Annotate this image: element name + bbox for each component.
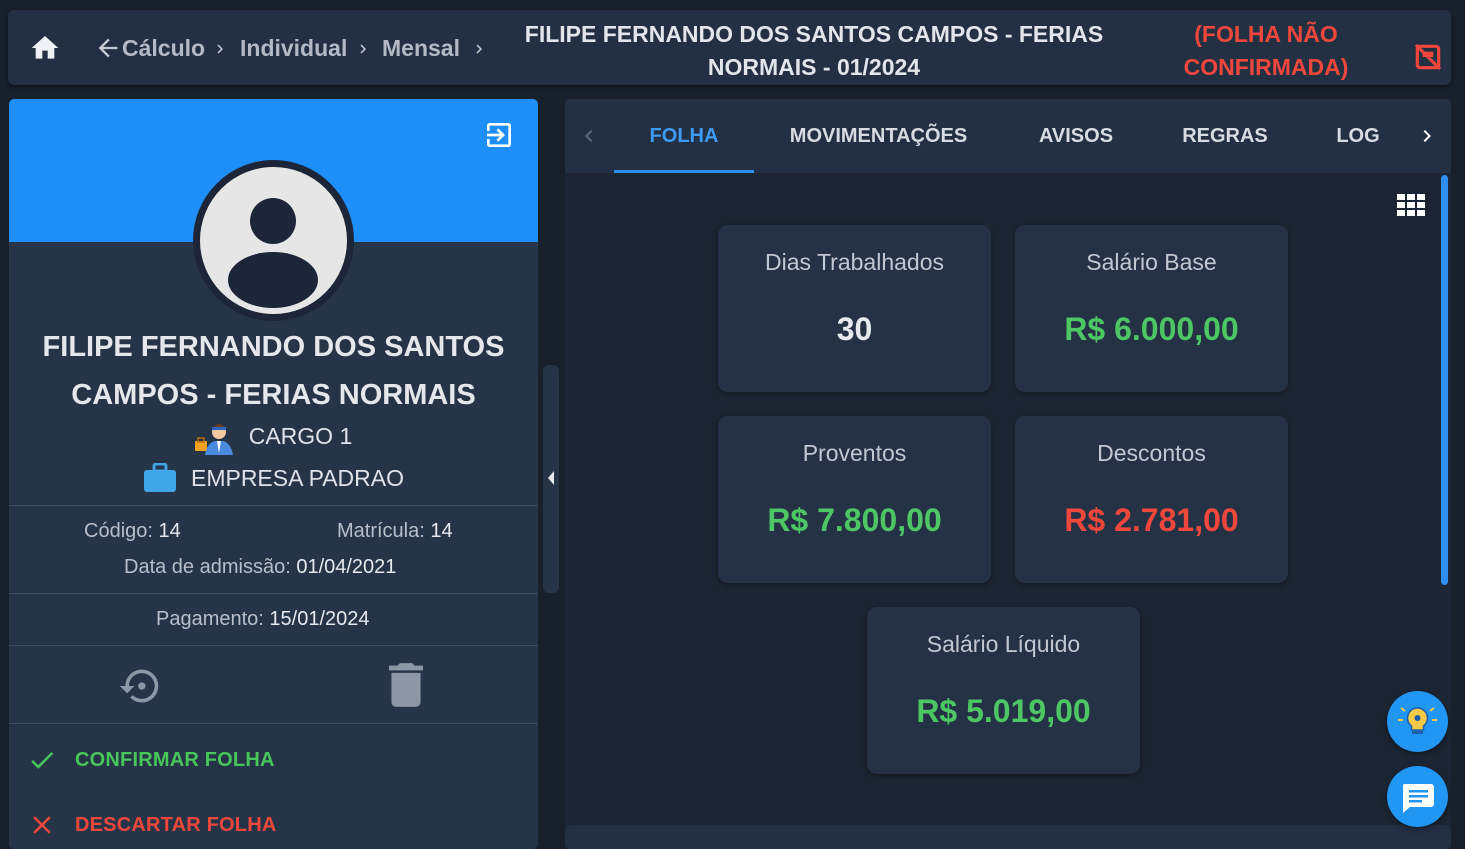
- tips-button[interactable]: [1387, 691, 1448, 752]
- divider: [9, 505, 538, 506]
- chevron-right-icon: [476, 44, 482, 54]
- confirm-folha-button[interactable]: CONFIRMAR FOLHA: [27, 745, 275, 775]
- page-title: FILIPE FERNANDO DOS SANTOS CAMPOS - FERI…: [524, 21, 1104, 80]
- tab-log[interactable]: LOG: [1329, 99, 1387, 173]
- tab-bar: FOLHA MOVIMENTAÇÕES AVISOS REGRAS LOG: [565, 99, 1451, 173]
- bottom-section: [565, 825, 1451, 849]
- person-icon: [228, 198, 318, 308]
- chevron-right-icon: [217, 44, 223, 54]
- matricula-field: Matrícula: 14: [337, 520, 453, 543]
- status-badge: (FOLHA NÃO CONFIRMADA): [1183, 21, 1349, 80]
- pagamento-label: Pagamento:: [156, 608, 264, 630]
- card-label: Salário Base: [1086, 249, 1217, 275]
- card-value: R$ 7.800,00: [767, 502, 942, 538]
- card-label: Salário Líquido: [926, 631, 1081, 657]
- matricula-label: Matrícula:: [337, 520, 425, 542]
- admissao-label: Data de admissão:: [124, 556, 291, 578]
- codigo-value: 14: [158, 520, 181, 542]
- card-salario-liquido: Salário Líquido R$ 5.019,00: [867, 607, 1140, 774]
- admissao-field: Data de admissão: 01/04/2021: [124, 556, 396, 579]
- check-icon: [31, 751, 54, 769]
- trash-icon[interactable]: [389, 663, 423, 707]
- restore-icon[interactable]: [115, 664, 165, 708]
- avatar: [193, 160, 354, 321]
- discard-folha-label: DESCARTAR FOLHA: [75, 813, 277, 836]
- card-descontos: Descontos R$ 2.781,00: [1015, 416, 1288, 583]
- tab-movimentacoes[interactable]: MOVIMENTAÇÕES: [775, 99, 982, 173]
- arrow-left-icon[interactable]: [94, 34, 122, 62]
- role-line: CARGO 1: [9, 417, 538, 455]
- close-icon: [33, 816, 51, 834]
- card-value: R$ 6.000,00: [1064, 311, 1239, 347]
- grid-view-icon[interactable]: [1397, 194, 1425, 216]
- divider: [9, 593, 538, 594]
- folha-panel: FOLHA MOVIMENTAÇÕES AVISOS REGRAS LOG Di…: [565, 99, 1451, 849]
- card-proventos: Proventos R$ 7.800,00: [718, 416, 991, 583]
- chevron-right-icon: [360, 44, 366, 54]
- admissao-value: 01/04/2021: [296, 556, 397, 578]
- top-bar: Cálculo Individual Mensal FILIPE FERNAND…: [8, 10, 1451, 85]
- chat-button[interactable]: [1387, 766, 1448, 827]
- card-label: Proventos: [802, 440, 907, 466]
- employee-name: FILIPE FERNANDO DOS SANTOS CAMPOS - FERI…: [42, 331, 505, 411]
- card-value: R$ 2.781,00: [1064, 502, 1239, 538]
- home-icon[interactable]: [28, 32, 62, 64]
- divider: [9, 645, 538, 646]
- pagamento-value: 15/01/2024: [269, 608, 370, 630]
- company-text: EMPRESA PADRAO: [190, 464, 405, 491]
- breadcrumb-individual[interactable]: Individual: [240, 35, 347, 61]
- discard-folha-button[interactable]: DESCARTAR FOLHA: [27, 810, 277, 840]
- confirm-folha-label: CONFIRMAR FOLHA: [75, 748, 275, 771]
- employee-panel: FILIPE FERNANDO DOS SANTOS CAMPOS - FERI…: [9, 99, 538, 849]
- tab-folha[interactable]: FOLHA: [614, 99, 754, 173]
- tab-regras[interactable]: REGRAS: [1175, 99, 1275, 173]
- role-text: CARGO 1: [248, 422, 353, 449]
- card-value: 30: [836, 311, 873, 347]
- worker-icon: [194, 424, 233, 455]
- breadcrumb-calculo[interactable]: Cálculo: [122, 35, 205, 61]
- pagamento-field: Pagamento: 15/01/2024: [156, 608, 370, 631]
- codigo-field: Código: 14: [84, 520, 181, 543]
- divider: [9, 723, 538, 724]
- briefcase-icon: [143, 463, 176, 492]
- print-disabled-icon[interactable]: [1412, 41, 1444, 73]
- card-salario-base: Salário Base R$ 6.000,00: [1015, 225, 1288, 392]
- scrollbar-thumb[interactable]: [1441, 175, 1448, 585]
- collapse-left-icon[interactable]: [547, 470, 555, 486]
- breadcrumb-mensal[interactable]: Mensal: [382, 35, 460, 61]
- card-label: Dias Trabalhados: [765, 249, 944, 275]
- chat-icon: [1402, 784, 1434, 813]
- card-dias-trabalhados: Dias Trabalhados 30: [718, 225, 991, 392]
- codigo-label: Código:: [84, 520, 153, 542]
- exit-icon[interactable]: [483, 119, 515, 151]
- chevron-left-icon[interactable]: [577, 123, 601, 149]
- card-label: Descontos: [1097, 440, 1206, 466]
- lightbulb-icon: [1398, 707, 1437, 734]
- company-line: EMPRESA PADRAO: [9, 463, 538, 493]
- chevron-right-icon[interactable]: [1415, 123, 1439, 149]
- card-value: R$ 5.019,00: [916, 693, 1091, 729]
- matricula-value: 14: [430, 520, 453, 542]
- tab-avisos[interactable]: AVISOS: [1025, 99, 1127, 173]
